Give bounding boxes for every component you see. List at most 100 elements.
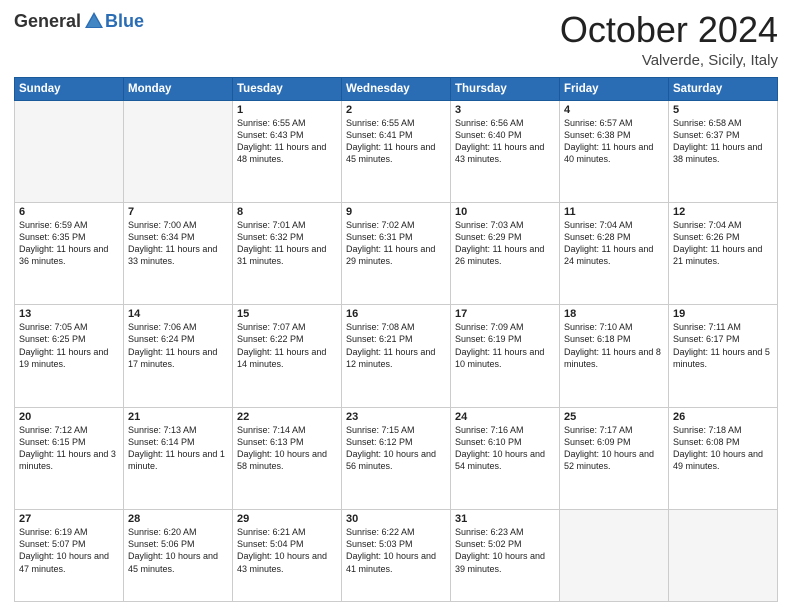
day-number: 3 [455, 104, 555, 116]
day-info: Sunrise: 7:06 AM Sunset: 6:24 PM Dayligh… [128, 321, 228, 370]
day-info: Sunrise: 7:07 AM Sunset: 6:22 PM Dayligh… [237, 321, 337, 370]
day-info: Sunrise: 7:01 AM Sunset: 6:32 PM Dayligh… [237, 219, 337, 268]
logo-blue: Blue [105, 11, 144, 32]
calendar-week-row: 13Sunrise: 7:05 AM Sunset: 6:25 PM Dayli… [15, 305, 778, 407]
table-row [669, 510, 778, 602]
table-row [560, 510, 669, 602]
table-row: 6Sunrise: 6:59 AM Sunset: 6:35 PM Daylig… [15, 202, 124, 304]
calendar-week-row: 6Sunrise: 6:59 AM Sunset: 6:35 PM Daylig… [15, 202, 778, 304]
table-row: 8Sunrise: 7:01 AM Sunset: 6:32 PM Daylig… [233, 202, 342, 304]
day-info: Sunrise: 6:55 AM Sunset: 6:43 PM Dayligh… [237, 117, 337, 166]
table-row: 19Sunrise: 7:11 AM Sunset: 6:17 PM Dayli… [669, 305, 778, 407]
table-row: 10Sunrise: 7:03 AM Sunset: 6:29 PM Dayli… [451, 202, 560, 304]
day-number: 31 [455, 513, 555, 525]
table-row [124, 100, 233, 202]
day-number: 21 [128, 411, 228, 423]
day-info: Sunrise: 7:08 AM Sunset: 6:21 PM Dayligh… [346, 321, 446, 370]
day-info: Sunrise: 7:13 AM Sunset: 6:14 PM Dayligh… [128, 424, 228, 473]
weekday-header-row: Sunday Monday Tuesday Wednesday Thursday… [15, 77, 778, 100]
day-number: 28 [128, 513, 228, 525]
day-number: 1 [237, 104, 337, 116]
day-number: 24 [455, 411, 555, 423]
table-row: 24Sunrise: 7:16 AM Sunset: 6:10 PM Dayli… [451, 407, 560, 509]
table-row: 31Sunrise: 6:23 AM Sunset: 5:02 PM Dayli… [451, 510, 560, 602]
calendar-week-row: 20Sunrise: 7:12 AM Sunset: 6:15 PM Dayli… [15, 407, 778, 509]
day-number: 12 [673, 206, 773, 218]
day-info: Sunrise: 7:09 AM Sunset: 6:19 PM Dayligh… [455, 321, 555, 370]
day-info: Sunrise: 7:05 AM Sunset: 6:25 PM Dayligh… [19, 321, 119, 370]
day-number: 9 [346, 206, 446, 218]
day-info: Sunrise: 6:58 AM Sunset: 6:37 PM Dayligh… [673, 117, 773, 166]
table-row: 12Sunrise: 7:04 AM Sunset: 6:26 PM Dayli… [669, 202, 778, 304]
table-row: 9Sunrise: 7:02 AM Sunset: 6:31 PM Daylig… [342, 202, 451, 304]
table-row: 1Sunrise: 6:55 AM Sunset: 6:43 PM Daylig… [233, 100, 342, 202]
day-number: 7 [128, 206, 228, 218]
day-number: 8 [237, 206, 337, 218]
day-number: 4 [564, 104, 664, 116]
day-number: 29 [237, 513, 337, 525]
table-row: 2Sunrise: 6:55 AM Sunset: 6:41 PM Daylig… [342, 100, 451, 202]
day-info: Sunrise: 6:22 AM Sunset: 5:03 PM Dayligh… [346, 526, 446, 575]
table-row: 30Sunrise: 6:22 AM Sunset: 5:03 PM Dayli… [342, 510, 451, 602]
day-info: Sunrise: 6:59 AM Sunset: 6:35 PM Dayligh… [19, 219, 119, 268]
table-row: 16Sunrise: 7:08 AM Sunset: 6:21 PM Dayli… [342, 305, 451, 407]
day-info: Sunrise: 7:02 AM Sunset: 6:31 PM Dayligh… [346, 219, 446, 268]
day-info: Sunrise: 7:16 AM Sunset: 6:10 PM Dayligh… [455, 424, 555, 473]
day-number: 14 [128, 308, 228, 320]
table-row: 15Sunrise: 7:07 AM Sunset: 6:22 PM Dayli… [233, 305, 342, 407]
calendar-table: Sunday Monday Tuesday Wednesday Thursday… [14, 77, 778, 602]
table-row: 4Sunrise: 6:57 AM Sunset: 6:38 PM Daylig… [560, 100, 669, 202]
table-row: 5Sunrise: 6:58 AM Sunset: 6:37 PM Daylig… [669, 100, 778, 202]
day-info: Sunrise: 7:11 AM Sunset: 6:17 PM Dayligh… [673, 321, 773, 370]
month-title: October 2024 [560, 10, 778, 50]
location: Valverde, Sicily, Italy [560, 52, 778, 69]
table-row: 13Sunrise: 7:05 AM Sunset: 6:25 PM Dayli… [15, 305, 124, 407]
day-number: 26 [673, 411, 773, 423]
table-row: 17Sunrise: 7:09 AM Sunset: 6:19 PM Dayli… [451, 305, 560, 407]
day-number: 11 [564, 206, 664, 218]
day-number: 27 [19, 513, 119, 525]
day-number: 16 [346, 308, 446, 320]
table-row: 29Sunrise: 6:21 AM Sunset: 5:04 PM Dayli… [233, 510, 342, 602]
table-row: 26Sunrise: 7:18 AM Sunset: 6:08 PM Dayli… [669, 407, 778, 509]
logo: General Blue [14, 10, 144, 32]
day-number: 17 [455, 308, 555, 320]
table-row: 28Sunrise: 6:20 AM Sunset: 5:06 PM Dayli… [124, 510, 233, 602]
logo-icon [83, 10, 105, 32]
day-number: 20 [19, 411, 119, 423]
day-info: Sunrise: 6:20 AM Sunset: 5:06 PM Dayligh… [128, 526, 228, 575]
day-number: 19 [673, 308, 773, 320]
day-info: Sunrise: 6:56 AM Sunset: 6:40 PM Dayligh… [455, 117, 555, 166]
day-number: 30 [346, 513, 446, 525]
calendar-week-row: 1Sunrise: 6:55 AM Sunset: 6:43 PM Daylig… [15, 100, 778, 202]
day-info: Sunrise: 7:03 AM Sunset: 6:29 PM Dayligh… [455, 219, 555, 268]
table-row: 22Sunrise: 7:14 AM Sunset: 6:13 PM Dayli… [233, 407, 342, 509]
day-number: 18 [564, 308, 664, 320]
day-info: Sunrise: 7:18 AM Sunset: 6:08 PM Dayligh… [673, 424, 773, 473]
day-info: Sunrise: 7:04 AM Sunset: 6:28 PM Dayligh… [564, 219, 664, 268]
day-info: Sunrise: 6:21 AM Sunset: 5:04 PM Dayligh… [237, 526, 337, 575]
table-row: 20Sunrise: 7:12 AM Sunset: 6:15 PM Dayli… [15, 407, 124, 509]
day-number: 22 [237, 411, 337, 423]
day-number: 10 [455, 206, 555, 218]
table-row: 25Sunrise: 7:17 AM Sunset: 6:09 PM Dayli… [560, 407, 669, 509]
day-number: 25 [564, 411, 664, 423]
table-row: 27Sunrise: 6:19 AM Sunset: 5:07 PM Dayli… [15, 510, 124, 602]
day-info: Sunrise: 6:23 AM Sunset: 5:02 PM Dayligh… [455, 526, 555, 575]
col-tuesday: Tuesday [233, 77, 342, 100]
table-row: 21Sunrise: 7:13 AM Sunset: 6:14 PM Dayli… [124, 407, 233, 509]
col-monday: Monday [124, 77, 233, 100]
day-info: Sunrise: 6:57 AM Sunset: 6:38 PM Dayligh… [564, 117, 664, 166]
col-saturday: Saturday [669, 77, 778, 100]
day-info: Sunrise: 7:10 AM Sunset: 6:18 PM Dayligh… [564, 321, 664, 370]
col-friday: Friday [560, 77, 669, 100]
day-info: Sunrise: 6:19 AM Sunset: 5:07 PM Dayligh… [19, 526, 119, 575]
day-info: Sunrise: 7:17 AM Sunset: 6:09 PM Dayligh… [564, 424, 664, 473]
table-row: 14Sunrise: 7:06 AM Sunset: 6:24 PM Dayli… [124, 305, 233, 407]
col-wednesday: Wednesday [342, 77, 451, 100]
day-number: 5 [673, 104, 773, 116]
col-thursday: Thursday [451, 77, 560, 100]
day-number: 13 [19, 308, 119, 320]
col-sunday: Sunday [15, 77, 124, 100]
calendar-week-row: 27Sunrise: 6:19 AM Sunset: 5:07 PM Dayli… [15, 510, 778, 602]
